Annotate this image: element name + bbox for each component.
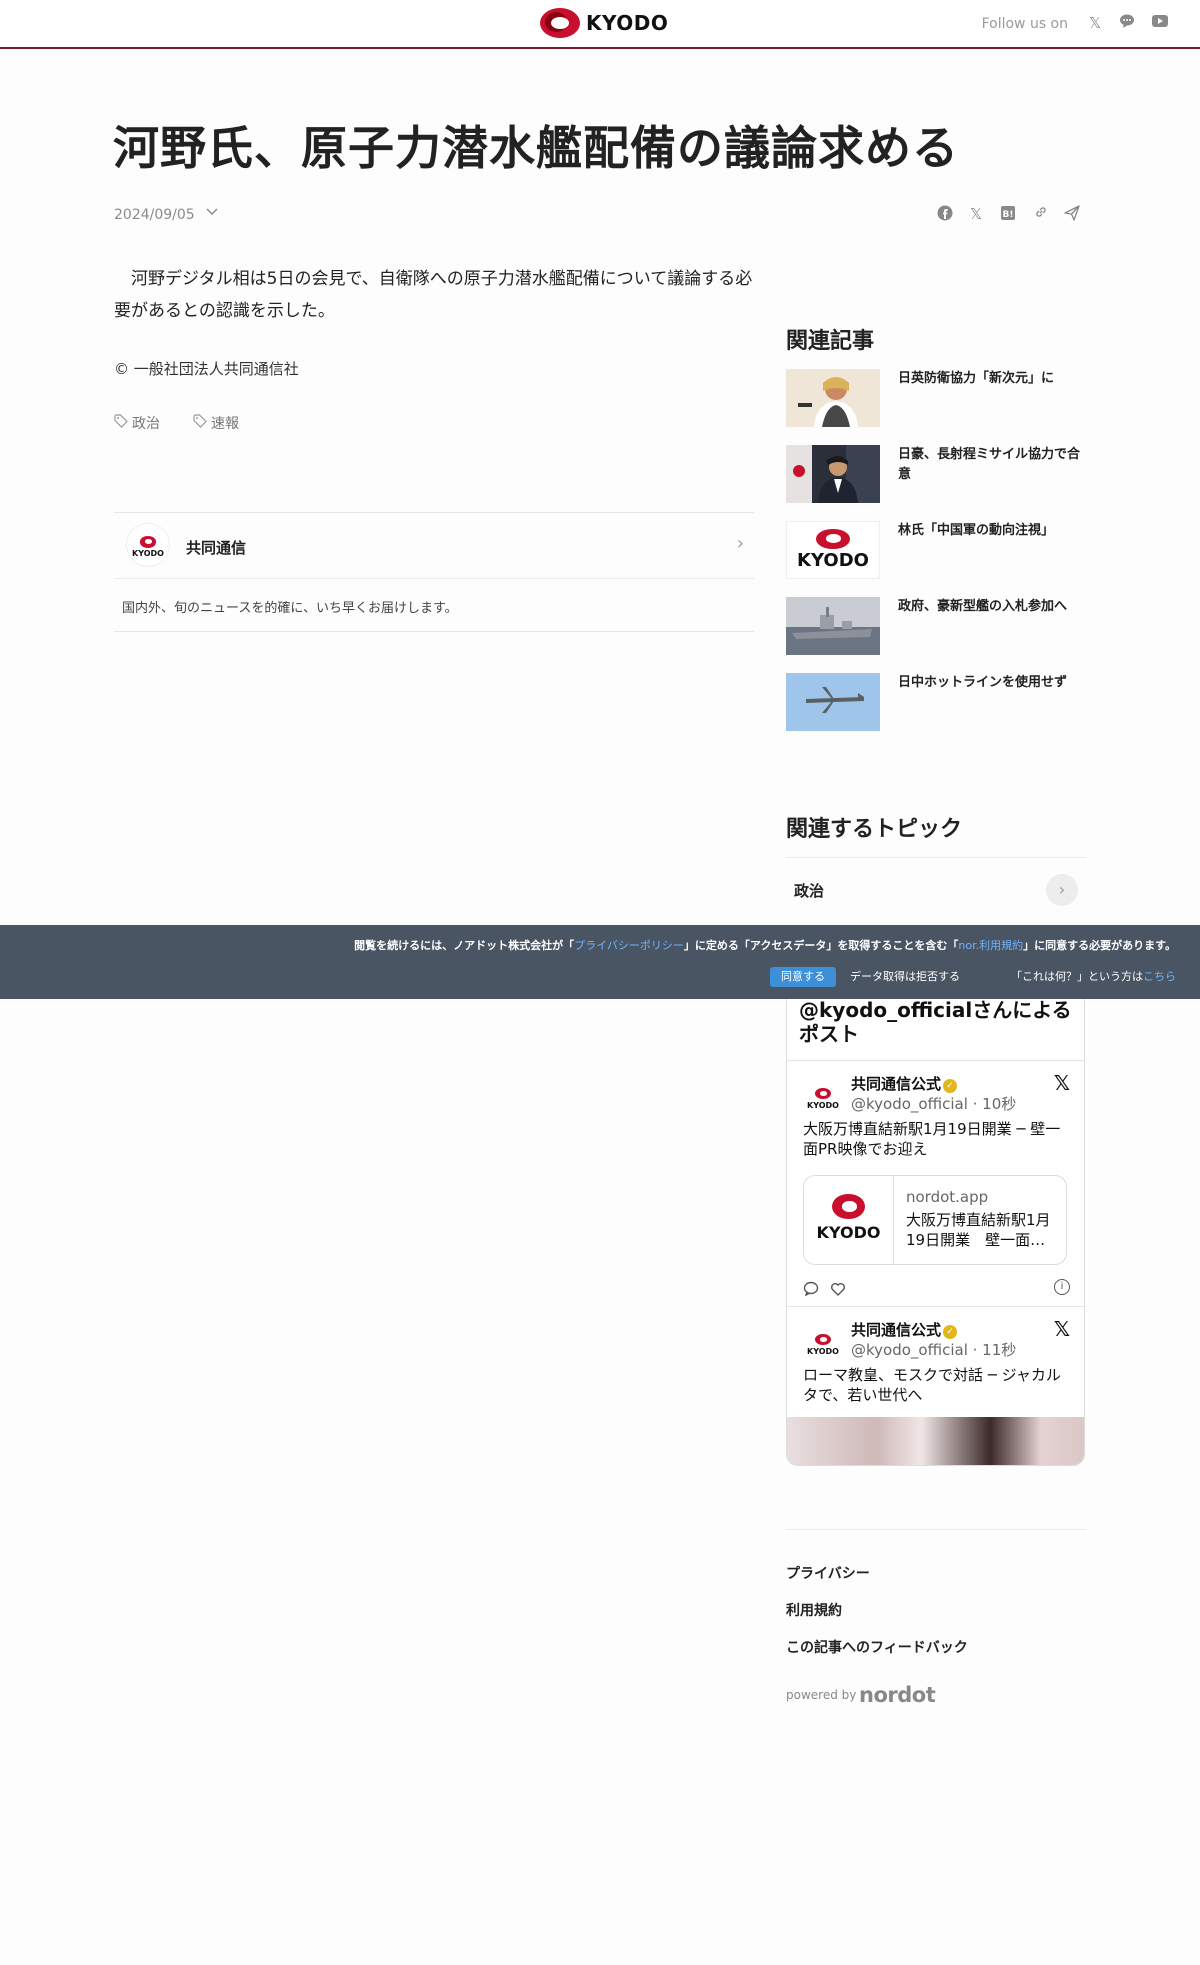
feedback-link[interactable]: この記事へのフィードバック <box>786 1637 968 1657</box>
tag-politics[interactable]: 政治 <box>114 413 160 433</box>
tweet-handle[interactable]: @kyodo_official · 11秒 <box>851 1339 1016 1360</box>
related-article[interactable]: 日豪、長射程ミサイル協力で合意 <box>786 445 1086 503</box>
tag-icon <box>193 414 207 432</box>
related-article[interactable]: KYODO 林氏「中国軍の動向注視」 <box>786 521 1086 579</box>
agree-button[interactable]: 同意する <box>770 967 836 987</box>
publisher-description: 国内外、旬のニュースを的確に、いち早くお届けします。 <box>122 601 458 616</box>
like-icon[interactable] <box>830 1283 846 1301</box>
related-topics-heading: 関連するトピック <box>786 817 963 842</box>
what-is-this-link[interactable]: こちら <box>1143 970 1176 983</box>
consent-message: 閲覧を続けるには、ノアドット株式会社が「プライバシーポリシー」に定める「アクセス… <box>354 939 1176 952</box>
tweet[interactable]: KYODO 共同通信公式 ✓ @kyodo_official · 10秒 𝕏 大阪… <box>787 1060 1084 1306</box>
article-date: 2024/09/05 <box>114 207 195 223</box>
article-body: 河野デジタル相は5日の会見で、自衛隊への原子力潜水艦配備について議論する必要があ… <box>114 269 753 321</box>
related-title: 日中ホットラインを使用せず <box>898 675 1068 690</box>
privacy-link[interactable]: プライバシー <box>786 1563 870 1583</box>
related-thumbnail <box>786 597 880 655</box>
nordot-logo[interactable]: nordot <box>859 1683 936 1707</box>
tweet-author-name[interactable]: 共同通信公式 ✓ <box>851 1073 958 1094</box>
card-domain: nordot.app <box>906 1188 989 1206</box>
topic-label: 政治 <box>794 882 825 900</box>
tag-label: 政治 <box>132 416 160 432</box>
tweet-author-name[interactable]: 共同通信公式 ✓ <box>851 1319 958 1340</box>
card-thumbnail: KYODO <box>804 1176 894 1264</box>
tweet[interactable]: KYODO 共同通信公式 ✓ @kyodo_official · 11秒 𝕏 ロー… <box>787 1306 1084 1465</box>
refuse-data-button[interactable]: データ取得は拒否する <box>850 968 960 984</box>
related-thumbnail <box>786 673 880 731</box>
tweet-text: ローマ教皇、モスクで対話 ─ ジャカルタで、若い世代へ <box>803 1366 1061 1404</box>
tweet-avatar: KYODO <box>803 1323 843 1363</box>
kyodo-logo[interactable]: KYODO <box>540 8 668 38</box>
follow-us-label: Follow us on <box>981 16 1068 32</box>
reply-icon[interactable] <box>803 1281 824 1301</box>
related-title: 日英防衛協力「新次元」に <box>898 371 1055 386</box>
footer-divider <box>786 1529 1086 1530</box>
publisher-link[interactable]: KYODO 共同通信 › <box>114 513 754 579</box>
info-icon[interactable]: i <box>1054 1279 1070 1295</box>
verified-badge-icon: ✓ <box>943 1325 958 1339</box>
send-icon[interactable] <box>1062 205 1082 225</box>
chevron-down-icon[interactable] <box>205 205 219 221</box>
powered-by-label: powered by <box>786 1688 857 1702</box>
copyright: © 一般社団法人共同通信社 <box>114 360 299 378</box>
tag-icon <box>114 414 128 432</box>
tweet-actions <box>803 1281 846 1301</box>
tweet-text: 大阪万博直結新駅1月19日開業 ─ 壁一面PR映像でお迎え <box>803 1120 1061 1158</box>
article-title: 河野氏、原子力潜水艦配備の議論求める <box>113 121 959 175</box>
kyodo-logo-mark-icon <box>540 8 580 38</box>
site-header: KYODO Follow us on 𝕏 <box>0 0 1200 49</box>
line-icon[interactable] <box>1117 13 1137 33</box>
what-is-this: 「これは何？」という方はこちら <box>1011 970 1176 983</box>
twitter-timeline-embed: @kyodo_officialさんによるポスト KYODO 共同通信公式 ✓ @k… <box>786 986 1085 1466</box>
tweet-avatar: KYODO <box>803 1077 843 1117</box>
topic-politics[interactable]: 政治 › <box>786 857 1086 923</box>
terms-link[interactable]: 利用規約 <box>786 1600 842 1620</box>
related-thumbnail <box>786 369 880 427</box>
related-article[interactable]: 日中ホットラインを使用せず <box>786 673 1086 731</box>
tweet-handle[interactable]: @kyodo_official · 10秒 <box>851 1093 1016 1114</box>
x-icon[interactable]: 𝕏 <box>1085 13 1105 33</box>
twitter-embed-heading: @kyodo_officialさんによるポスト <box>799 998 1072 1046</box>
youtube-icon[interactable] <box>1150 13 1170 33</box>
x-icon[interactable]: 𝕏 <box>966 205 986 223</box>
card-title: 大阪万博直結新駅1月19日開業 壁一面… <box>906 1211 1051 1249</box>
hatena-bookmark-icon[interactable]: B! <box>998 205 1018 225</box>
svg-text:B!: B! <box>1003 210 1014 220</box>
terms-of-use-link[interactable]: nor.利用規約 <box>958 939 1023 952</box>
x-icon[interactable]: 𝕏 <box>1054 1317 1070 1341</box>
tweet-link-card[interactable]: KYODO nordot.app 大阪万博直結新駅1月19日開業 壁一面… <box>803 1175 1067 1265</box>
consent-banner: 閲覧を続けるには、ノアドット株式会社が「プライバシーポリシー」に定める「アクセス… <box>0 925 1200 999</box>
related-title: 日豪、長射程ミサイル協力で合意 <box>898 447 1081 482</box>
x-icon[interactable]: 𝕏 <box>1054 1071 1070 1095</box>
copy-link-icon[interactable] <box>1031 205 1051 223</box>
tweet-photo[interactable] <box>787 1417 1084 1465</box>
related-article[interactable]: 政府、豪新型艦の入札参加へ <box>786 597 1086 655</box>
facebook-icon[interactable] <box>935 205 955 225</box>
related-thumbnail: KYODO <box>786 521 880 579</box>
publisher-name: 共同通信 <box>186 539 247 557</box>
publisher-box: KYODO 共同通信 › 国内外、旬のニュースを的確に、いち早くお届けします。 <box>114 512 754 632</box>
logo-text: KYODO <box>586 11 669 35</box>
related-title: 林氏「中国軍の動向注視」 <box>898 523 1055 538</box>
verified-badge-icon: ✓ <box>943 1079 958 1093</box>
related-thumbnail <box>786 445 880 503</box>
privacy-policy-link[interactable]: プライバシーポリシー <box>574 939 684 952</box>
chevron-right-icon: › <box>736 533 744 554</box>
related-article[interactable]: 日英防衛協力「新次元」に <box>786 369 1086 427</box>
publisher-avatar: KYODO <box>126 523 170 567</box>
chevron-right-icon[interactable]: › <box>1046 874 1078 906</box>
tag-label: 速報 <box>211 416 239 432</box>
related-articles-heading: 関連記事 <box>786 329 875 354</box>
tag-breaking[interactable]: 速報 <box>193 413 239 433</box>
related-title: 政府、豪新型艦の入札参加へ <box>898 599 1068 614</box>
